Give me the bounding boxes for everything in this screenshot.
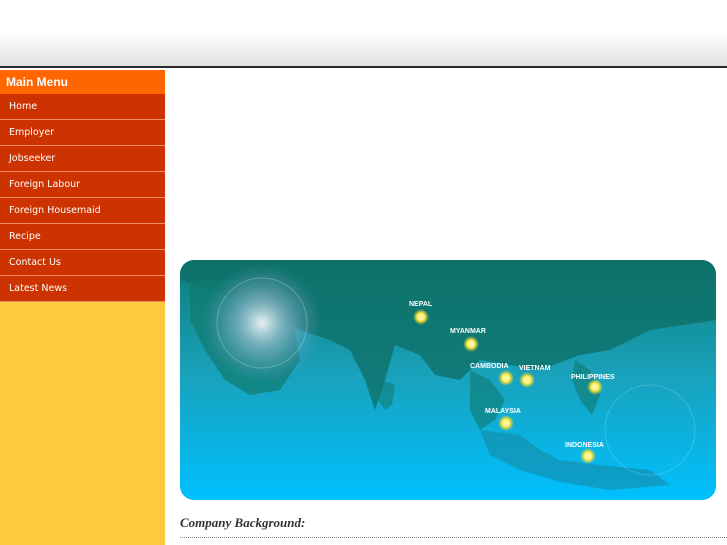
label-cambodia: CAMBODIA [470, 363, 509, 370]
label-indonesia: INDONESIA [565, 442, 604, 449]
header-bar [0, 33, 727, 68]
sidebar: Main Menu Home Employer Jobseeker Foreig… [0, 70, 165, 545]
menu-item-recipe[interactable]: Recipe [0, 224, 165, 250]
map-graphic: NEPAL MYANMAR CAMBODIA VIETNAM PHILIPPIN… [180, 260, 716, 500]
menu-item-home[interactable]: Home [0, 94, 165, 120]
label-nepal: NEPAL [409, 301, 433, 308]
map-glow [202, 263, 322, 383]
menu-item-foreign-labour[interactable]: Foreign Labour [0, 172, 165, 198]
label-myanmar: MYANMAR [450, 328, 486, 335]
menu-item-contact-us[interactable]: Contact Us [0, 250, 165, 276]
menu-item-jobseeker[interactable]: Jobseeker [0, 146, 165, 172]
label-malaysia: MALAYSIA [485, 408, 521, 415]
asia-map-banner: NEPAL MYANMAR CAMBODIA VIETNAM PHILIPPIN… [180, 260, 716, 500]
menu-item-employer[interactable]: Employer [0, 120, 165, 146]
main-menu-title: Main Menu [0, 70, 165, 94]
label-vietnam: VIETNAM [519, 365, 551, 372]
label-philippines: PHILIPPINES [571, 374, 615, 381]
page-top-area [0, 0, 727, 33]
menu-item-latest-news[interactable]: Latest News [0, 276, 165, 302]
menu-item-foreign-housemaid[interactable]: Foreign Housemaid [0, 198, 165, 224]
company-background-heading: Company Background: [180, 515, 306, 530]
heading-divider [180, 537, 727, 538]
